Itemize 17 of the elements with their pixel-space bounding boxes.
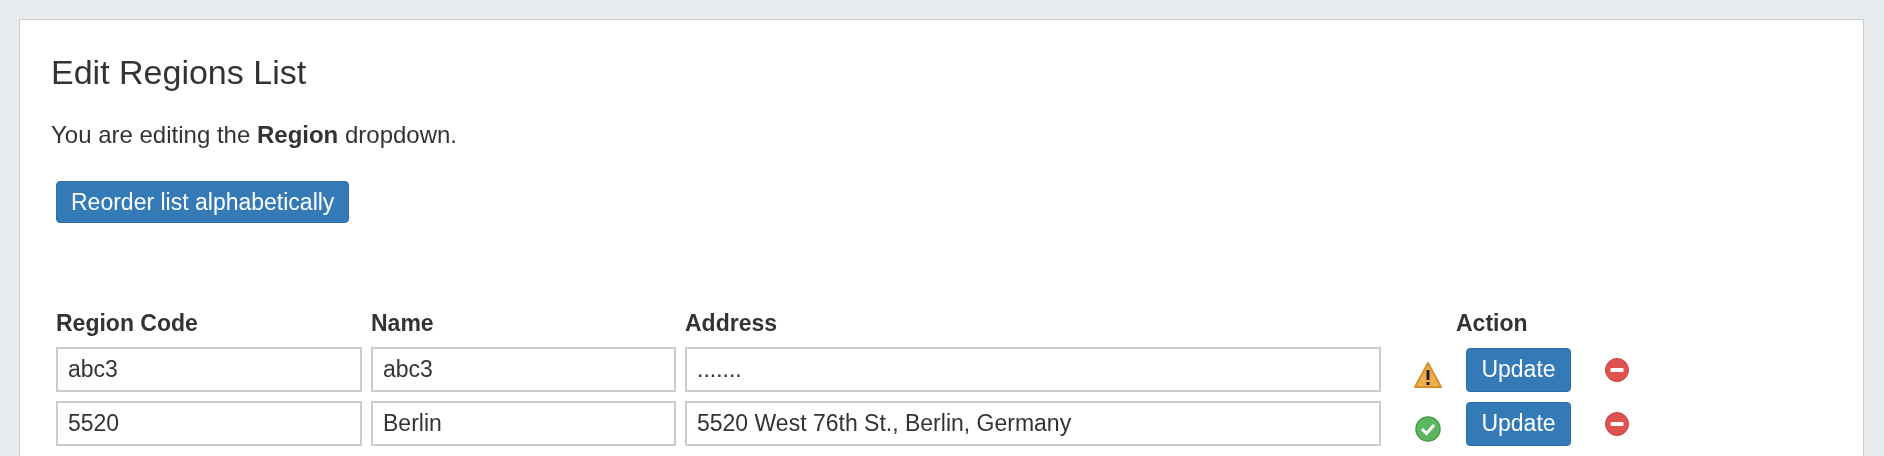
remove-icon[interactable] bbox=[1604, 356, 1630, 383]
column-header: Region Code bbox=[56, 310, 198, 336]
text-field[interactable]: 5520 bbox=[56, 401, 362, 446]
column-header: Address bbox=[685, 310, 778, 336]
remove-icon[interactable] bbox=[1604, 410, 1630, 437]
text-field[interactable]: ....... bbox=[685, 347, 1381, 392]
update-button[interactable]: Update bbox=[1466, 347, 1571, 392]
text-field[interactable]: Berlin bbox=[371, 401, 676, 446]
reorder-button[interactable]: Reorder list alphabetically bbox=[56, 181, 350, 223]
intro-text: You are editing the Region dropdown. bbox=[51, 120, 458, 150]
column-header: Name bbox=[371, 310, 434, 336]
text-field[interactable]: 5520 West 76th St., Berlin, Germany bbox=[685, 401, 1381, 446]
text-field[interactable]: abc3 bbox=[371, 347, 676, 392]
update-button[interactable]: Update bbox=[1466, 401, 1571, 446]
text-field[interactable]: abc3 bbox=[56, 347, 362, 392]
page-title: Edit Regions List bbox=[51, 52, 307, 92]
column-header: Action bbox=[1456, 310, 1528, 336]
